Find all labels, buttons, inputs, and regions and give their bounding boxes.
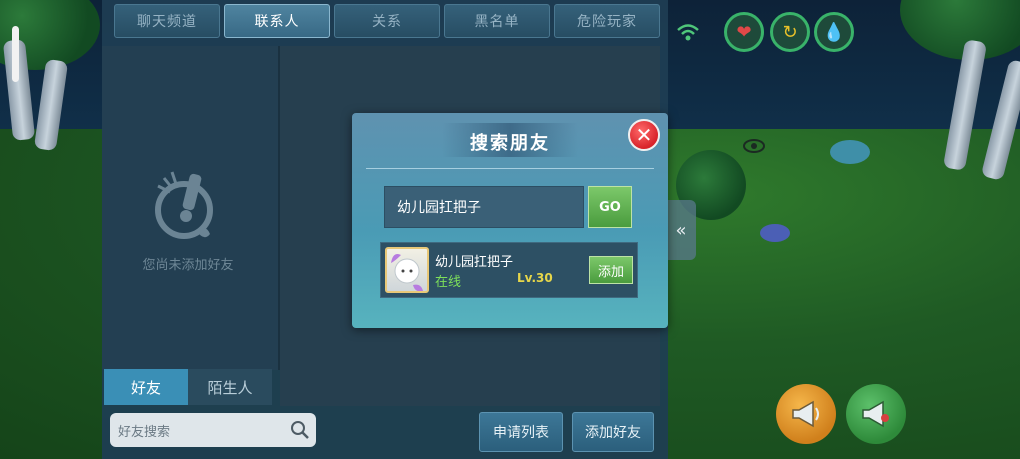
title-divider — [366, 168, 654, 169]
dialog-title: 搜索朋友 — [470, 133, 550, 154]
friend-type-tabs: 好友 陌生人 — [104, 369, 272, 405]
friend-search-input[interactable]: 好友搜索 — [110, 413, 316, 447]
search-result-item[interactable]: 幼儿园扛把子 在线 Lv.30 添加 — [380, 242, 638, 298]
loudspeaker-icon — [862, 400, 889, 428]
apply-list-button[interactable]: 申请列表 — [479, 412, 563, 452]
go-button[interactable]: GO — [588, 186, 632, 228]
health-status[interactable]: ❤ — [724, 12, 764, 52]
player-name: 幼儿园扛把子 — [435, 255, 514, 270]
collapse-panel-button[interactable]: « — [666, 200, 696, 260]
online-status: 在线 — [435, 275, 462, 290]
tab-friends[interactable]: 好友 — [104, 369, 188, 405]
eye-icon[interactable] — [742, 138, 766, 154]
close-button[interactable]: ✕ — [628, 119, 660, 151]
megaphone-icon — [792, 400, 819, 428]
signal-icon — [677, 24, 699, 41]
search-placeholder: 好友搜索 — [118, 424, 171, 440]
tab-dangerous-players[interactable]: 危险玩家 — [554, 4, 660, 38]
add-friend-button[interactable]: 添加好友 — [572, 412, 654, 452]
refresh-icon: ↻ — [782, 21, 798, 43]
tab-relations[interactable]: 关系 — [334, 4, 440, 38]
tab-chat-channel[interactable]: 聊天频道 — [114, 4, 220, 38]
top-tab-bar: 聊天频道 联系人 关系 黑名单 危险玩家 — [114, 4, 660, 38]
close-icon: ✕ — [635, 123, 653, 147]
scroll-indicator[interactable] — [12, 26, 19, 82]
empty-friends-text: 您尚未添加好友 — [142, 258, 234, 273]
stamina-status[interactable]: ↻ — [770, 12, 810, 52]
search-icon[interactable] — [290, 420, 310, 440]
megaphone-button[interactable] — [776, 384, 836, 444]
double-chevron-left-icon: « — [675, 219, 687, 241]
broadcast-button[interactable] — [846, 384, 906, 444]
friend-name-input[interactable]: 幼儿园扛把子 — [384, 186, 584, 228]
player-avatar — [385, 247, 429, 293]
tab-contacts[interactable]: 联系人 — [224, 4, 330, 38]
player-level: Lv.30 — [517, 271, 553, 285]
tree-foliage — [900, 0, 1020, 60]
crystal-rock — [830, 140, 870, 164]
search-friend-dialog: 搜索朋友 ✕ 幼儿园扛把子 GO 幼儿园扛把子 在线 Lv.30 添加 — [352, 113, 668, 328]
add-button[interactable]: 添加 — [589, 256, 633, 284]
water-status[interactable]: 💧 — [814, 12, 854, 52]
water-drop-icon: 💧 — [822, 21, 846, 43]
heart-icon: ❤ — [736, 21, 752, 43]
empty-friends-icon — [155, 171, 213, 239]
tab-strangers[interactable]: 陌生人 — [188, 369, 272, 405]
tab-blacklist[interactable]: 黑名单 — [444, 4, 550, 38]
character-portrait-icon — [391, 254, 423, 292]
flower-patch — [760, 224, 790, 242]
